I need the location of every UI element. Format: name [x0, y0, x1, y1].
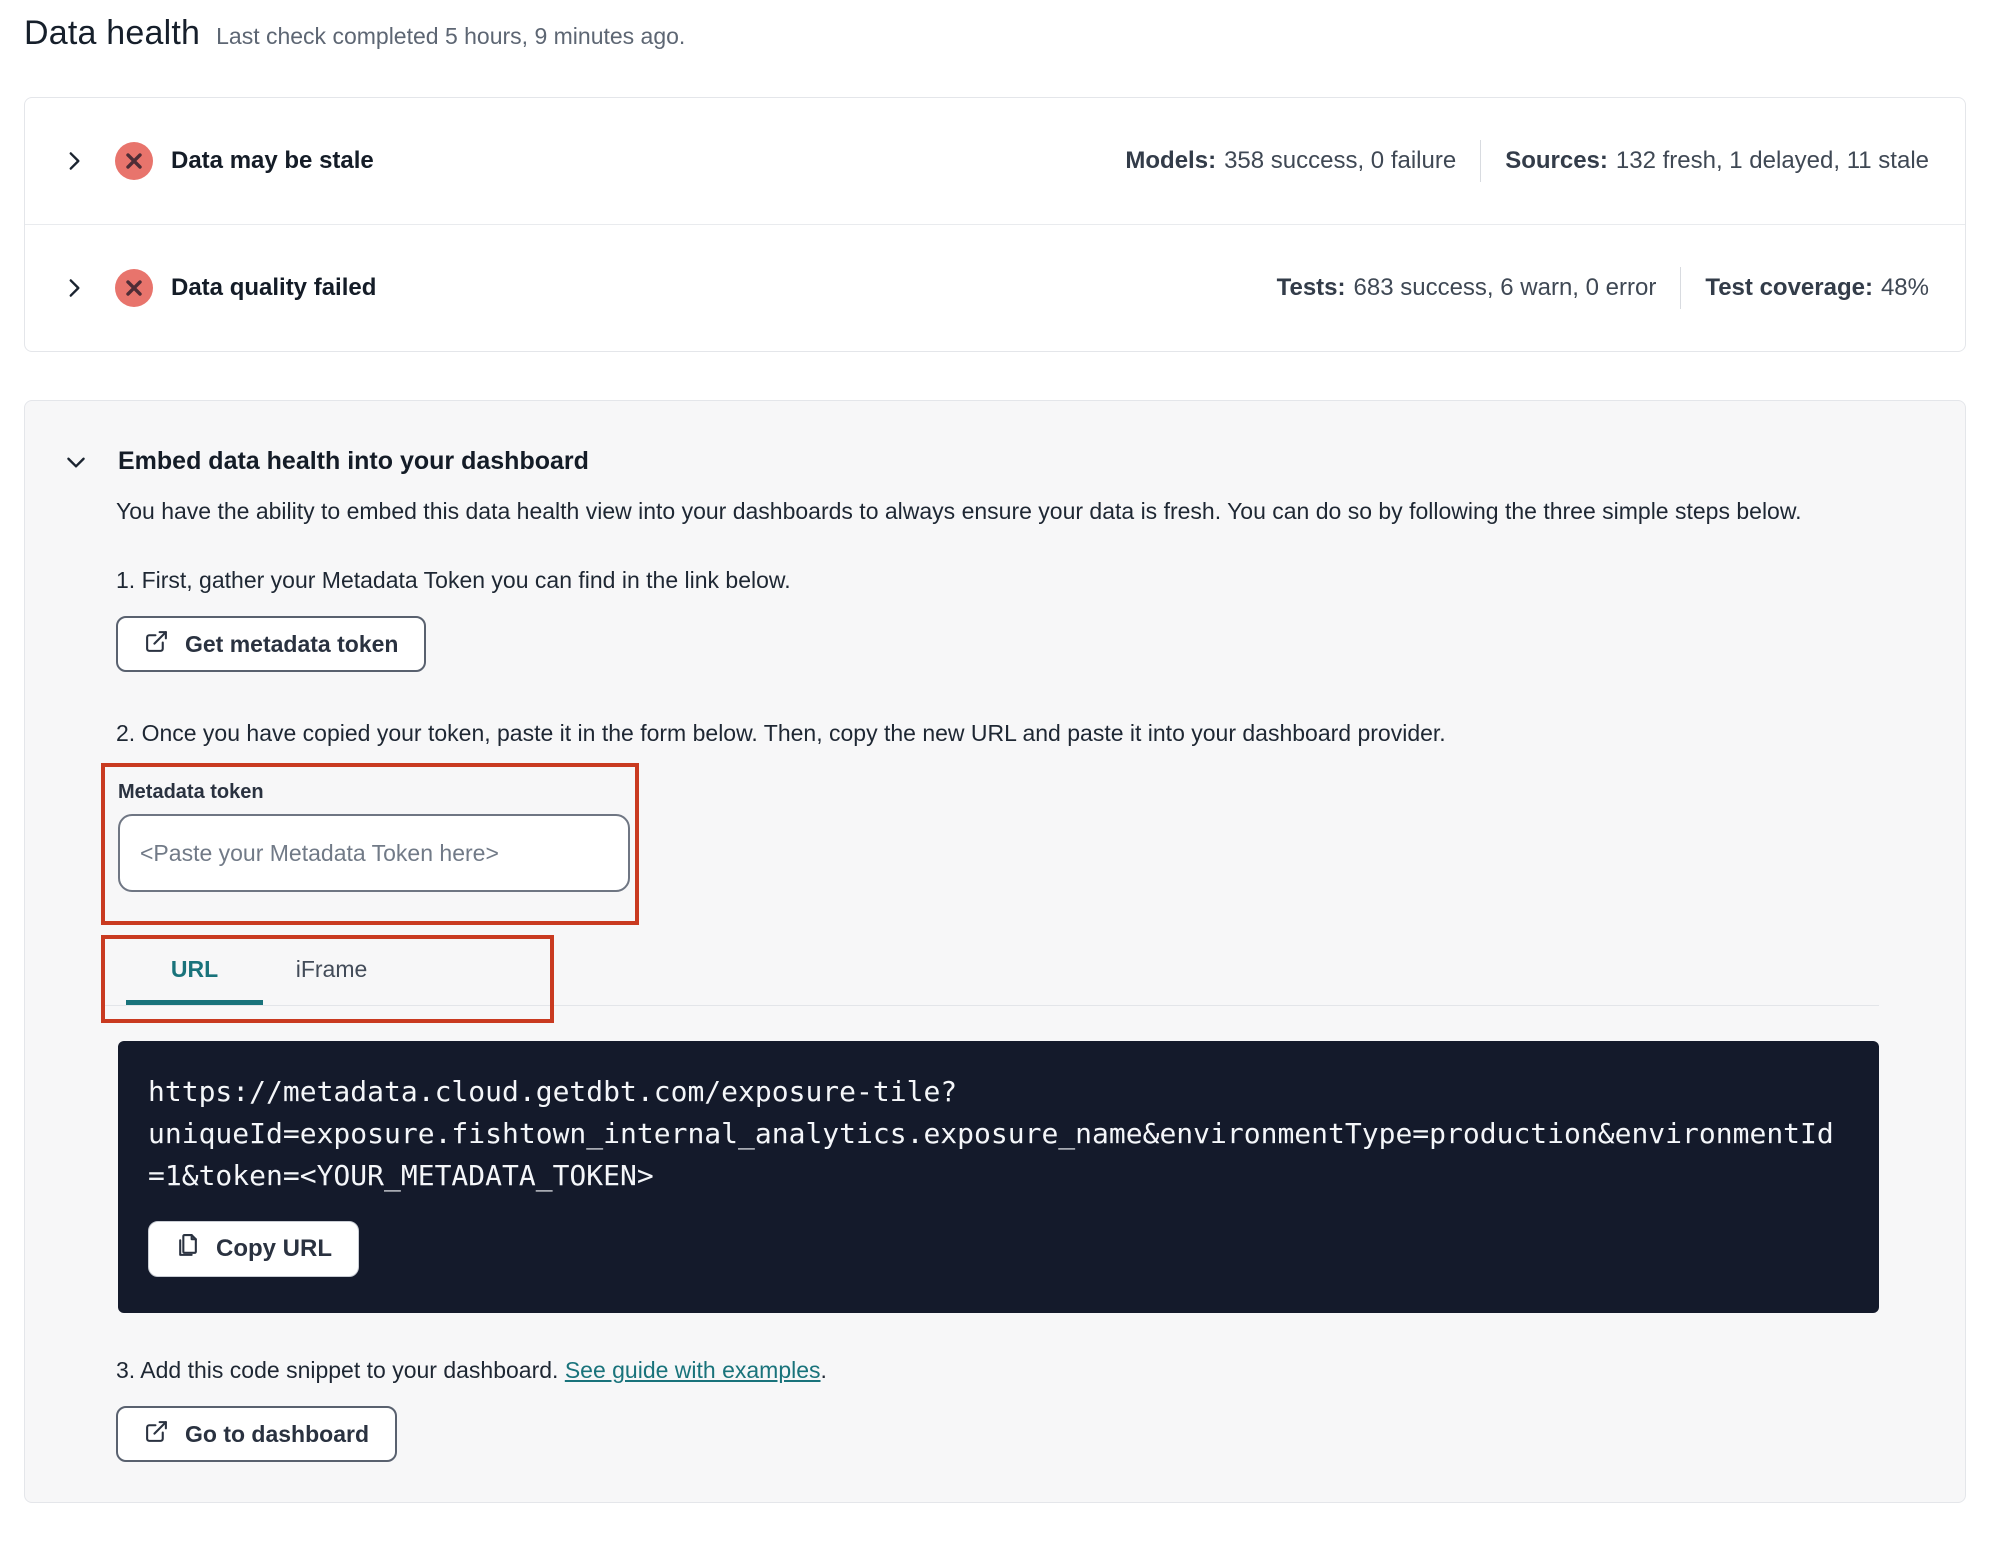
external-link-icon	[144, 629, 169, 660]
code-line: uniqueId=exposure.fishtown_internal_anal…	[148, 1117, 1834, 1150]
error-status-icon	[115, 269, 153, 307]
copy-url-button[interactable]: Copy URL	[148, 1221, 359, 1277]
chevron-right-icon[interactable]	[61, 275, 87, 301]
tests-stat: Tests: 683 success, 6 warn, 0 error	[1276, 274, 1657, 301]
chevron-right-icon[interactable]	[61, 148, 87, 174]
embed-url-code-block: https://metadata.cloud.getdbt.com/exposu…	[118, 1041, 1879, 1313]
chevron-down-icon[interactable]	[63, 449, 89, 475]
guide-link[interactable]: See guide with examples	[565, 1357, 821, 1383]
tab-iframe[interactable]: iFrame	[263, 939, 400, 1005]
copy-icon	[175, 1233, 200, 1265]
go-to-dashboard-button[interactable]: Go to dashboard	[116, 1406, 397, 1462]
status-row-data-quality[interactable]: Data quality failed Tests: 683 success, 6…	[25, 225, 1965, 351]
metadata-token-label: Metadata token	[118, 781, 264, 803]
output-tabs: URL iFrame	[105, 939, 550, 1005]
page-header: Data health Last check completed 5 hours…	[24, 14, 1966, 53]
page-title: Data health	[24, 14, 201, 52]
status-row-title: Data quality failed	[171, 274, 377, 301]
code-line: =1&token=<YOUR_METADATA_TOKEN>	[148, 1159, 654, 1192]
get-metadata-token-button[interactable]: Get metadata token	[116, 616, 427, 672]
embed-description: You have the ability to embed this data …	[116, 498, 1802, 524]
external-link-icon	[144, 1419, 169, 1450]
test-coverage-stat: Test coverage: 48%	[1705, 274, 1929, 301]
step-1-text: 1. First, gather your Metadata Token you…	[116, 567, 791, 593]
models-stat: Models: 358 success, 0 failure	[1125, 147, 1457, 174]
token-annotation-box: Metadata token	[101, 763, 639, 925]
embed-section-header[interactable]: Embed data health into your dashboard	[63, 447, 1877, 476]
stat-divider	[1480, 140, 1482, 182]
step-3-text: 3. Add this code snippet to your dashboa…	[116, 1357, 827, 1383]
output-tabs-region: URL iFrame	[101, 935, 1879, 1023]
status-row-stats: Models: 358 success, 0 failure Sources: 13…	[1125, 140, 1929, 182]
embed-section-card: Embed data health into your dashboard Yo…	[24, 400, 1966, 1503]
sources-stat: Sources: 132 fresh, 1 delayed, 11 stale	[1505, 147, 1929, 174]
status-card: Data may be stale Models: 358 success, 0 …	[24, 97, 1966, 352]
tabs-annotation-box: URL iFrame	[101, 935, 554, 1023]
metadata-token-input[interactable]	[118, 814, 630, 892]
tab-url[interactable]: URL	[126, 939, 263, 1005]
stat-divider	[1680, 267, 1682, 309]
status-row-stats: Tests: 683 success, 6 warn, 0 error Test …	[1277, 267, 1929, 309]
status-row-title: Data may be stale	[171, 147, 374, 174]
error-status-icon	[115, 142, 153, 180]
step-2-text: 2. Once you have copied your token, past…	[116, 720, 1446, 746]
status-row-data-stale[interactable]: Data may be stale Models: 358 success, 0 …	[25, 98, 1965, 224]
embed-section-title: Embed data health into your dashboard	[118, 447, 589, 475]
last-check-status: Last check completed 5 hours, 9 minutes …	[216, 23, 686, 49]
code-line: https://metadata.cloud.getdbt.com/exposu…	[148, 1075, 958, 1108]
